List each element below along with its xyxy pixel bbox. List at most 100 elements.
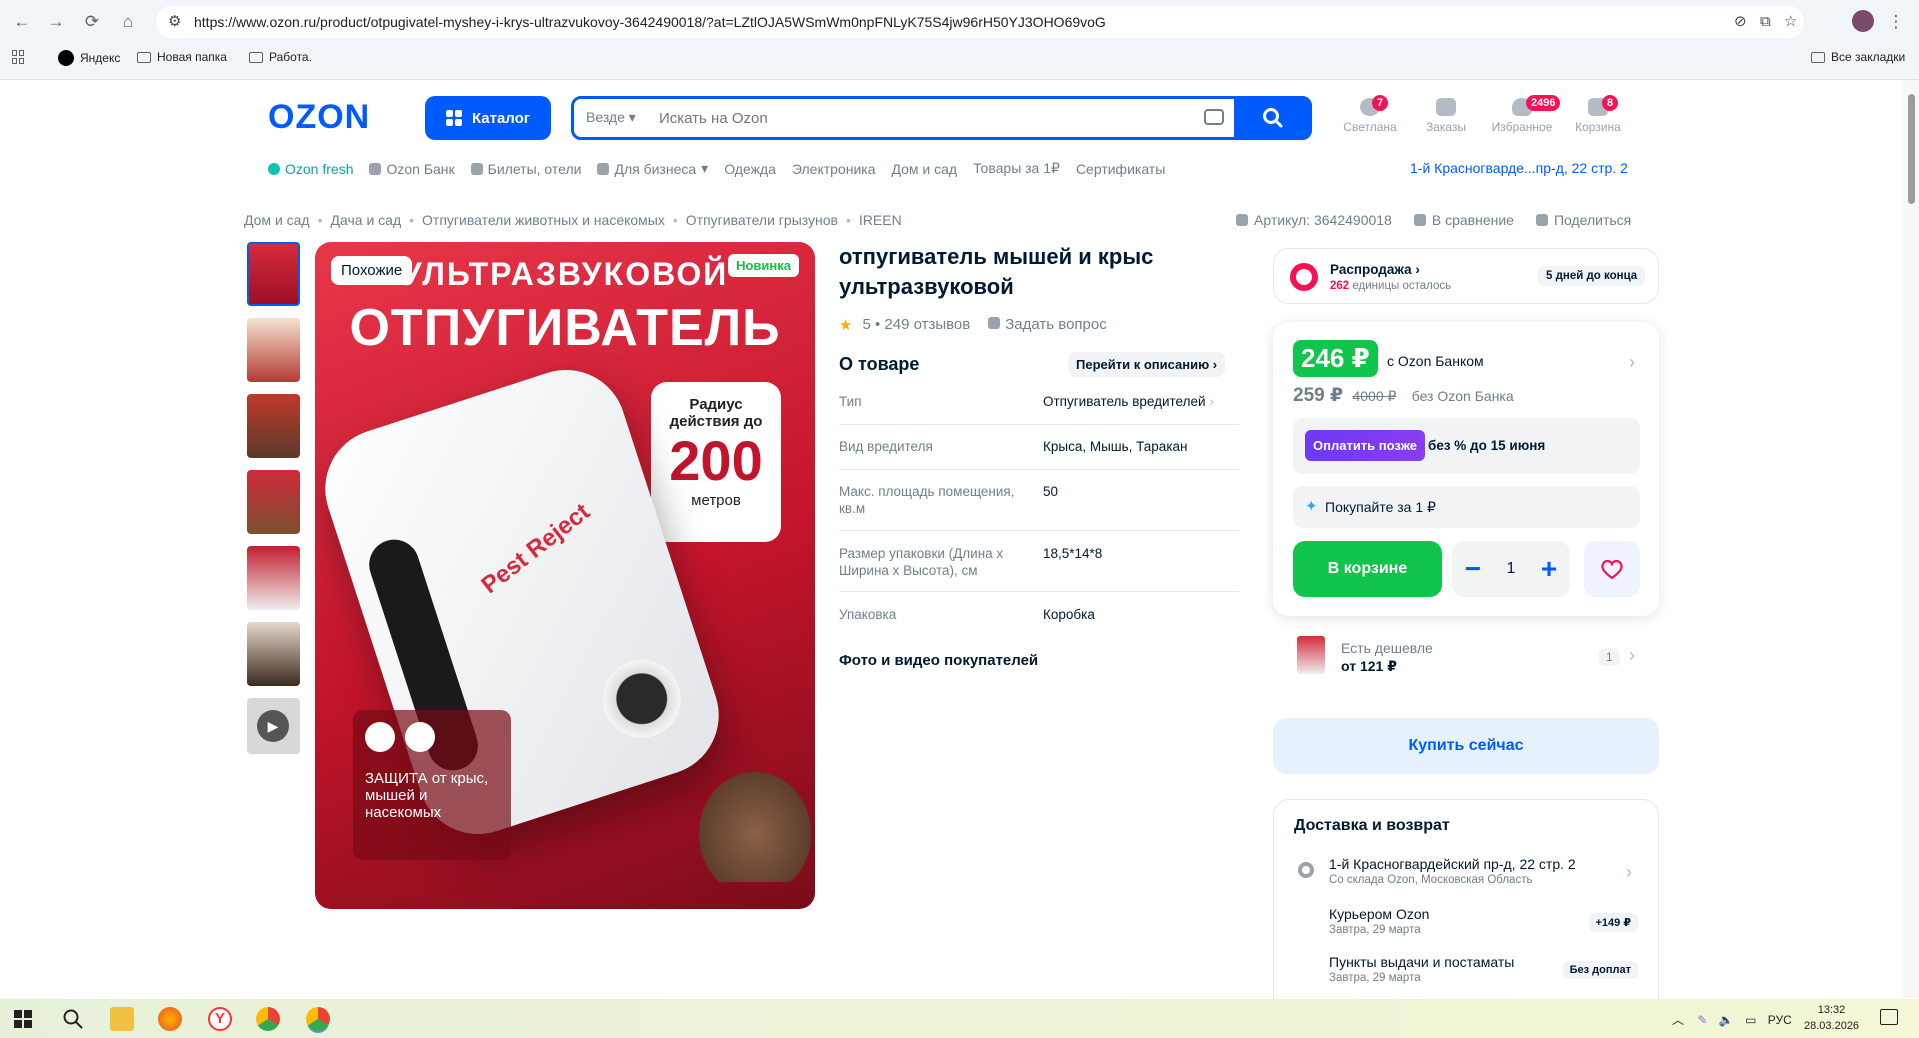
nav-electronics[interactable]: Электроника — [792, 160, 876, 177]
sale-card[interactable]: Распродажа › 262 единицы осталось 5 дней… — [1273, 248, 1659, 304]
similar-tag[interactable]: Похожие — [331, 256, 413, 285]
home-icon[interactable]: ⌂ — [118, 12, 138, 32]
delivery-address-link[interactable]: 1-й Красногварде...пр-д, 22 стр. 2 — [1410, 160, 1628, 176]
site-info-icon[interactable]: ⚙ — [168, 14, 181, 30]
header-profile[interactable]: 7 Светлана — [1330, 95, 1410, 134]
file-explorer-icon[interactable] — [110, 1007, 134, 1031]
forward-icon[interactable]: → — [46, 12, 66, 32]
nav-tickets[interactable]: Билеты, отели — [470, 160, 581, 177]
nav-ozon-bank[interactable]: Ozon Банк — [369, 160, 455, 177]
catalog-button[interactable]: Каталог — [425, 96, 551, 140]
pay-later-button[interactable]: Оплатить позже — [1305, 430, 1425, 461]
gallery-thumbnail[interactable] — [247, 318, 300, 382]
url-text[interactable]: https://www.ozon.ru/product/otpugivatel-… — [194, 14, 1106, 30]
breadcrumb-item[interactable]: Отпугиватели грызунов — [686, 212, 838, 228]
menu-icon[interactable]: ⋮ — [1886, 12, 1906, 32]
breadcrumb-item[interactable]: Дача и сад — [331, 212, 402, 228]
apps-icon[interactable] — [12, 50, 26, 64]
heart-icon — [1601, 559, 1623, 580]
address-bar[interactable]: ⚙ https://www.ozon.ru/product/otpugivate… — [156, 6, 1804, 38]
breadcrumb-item[interactable]: Отпугиватели животных и насекомых — [422, 212, 665, 228]
search-icon[interactable] — [62, 1008, 84, 1030]
profile-avatar[interactable] — [1852, 10, 1874, 32]
ask-question-button[interactable]: Задать вопрос — [988, 316, 1107, 334]
folder-icon — [249, 51, 263, 63]
delivery-courier[interactable]: Курьером Ozon Завтра, 29 марта — [1329, 906, 1429, 936]
increase-button[interactable]: + — [1541, 555, 1557, 583]
no-rat-icon — [365, 722, 395, 752]
bookmark-work[interactable]: Работа. — [249, 50, 312, 64]
bookmark-yandex[interactable]: Яндекс — [58, 50, 120, 66]
gallery-thumbnail[interactable] — [247, 470, 300, 534]
search-input[interactable] — [659, 105, 1159, 131]
spec-row: Тип Отпугиватель вредителей › — [839, 393, 1239, 425]
gallery-thumbnail[interactable] — [247, 622, 300, 686]
nav-goods-1rub[interactable]: Товары за 1₽ — [973, 160, 1060, 177]
language-indicator[interactable]: РУС — [1768, 1013, 1792, 1027]
article-number[interactable]: Артикул: 3642490018 — [1236, 212, 1392, 228]
yandex-browser-icon[interactable]: Y — [208, 1007, 232, 1031]
tracking-icon[interactable]: ⊘ — [1734, 14, 1747, 30]
reload-icon[interactable]: ⟳ — [82, 12, 102, 32]
chrome-active-icon[interactable] — [306, 1007, 330, 1031]
buy-now-button[interactable]: Купить сейчас — [1273, 718, 1659, 774]
page-scrollbar[interactable] — [1903, 80, 1919, 998]
bookmark-star-icon[interactable]: ☆ — [1784, 14, 1797, 30]
search-button[interactable] — [1234, 96, 1312, 140]
gallery-thumbnail[interactable] — [247, 394, 300, 458]
new-badge: Новинка — [728, 254, 799, 277]
delivery-address[interactable]: 1-й Красногвардейский пр-д, 22 стр. 2 Со… — [1329, 856, 1576, 886]
play-icon: ▶ — [257, 710, 289, 742]
favorites-badge: 2496 — [1526, 95, 1561, 111]
video-thumbnail[interactable]: ▶ — [247, 698, 300, 754]
spec-row: Упаковка Коробка — [839, 607, 1095, 622]
spec-type-link[interactable]: Отпугиватель вредителей › — [1043, 393, 1243, 410]
network-icon[interactable]: ▭ — [1745, 1013, 1756, 1027]
chat-icon — [988, 317, 1001, 329]
scrollbar-thumb[interactable] — [1908, 94, 1915, 204]
notifications-icon[interactable] — [1880, 1009, 1898, 1025]
nav-ozon-fresh[interactable]: Ozon fresh — [268, 160, 353, 177]
firefox-icon[interactable] — [158, 1007, 182, 1031]
chevron-right-icon: › — [1629, 645, 1635, 665]
pen-icon[interactable]: ✎ — [1697, 1013, 1707, 1027]
gallery-thumbnail[interactable] — [247, 242, 300, 306]
product-main-image[interactable]: УЛЬТРАЗВУКОВОЙ ОТПУГИВАТЕЛЬ Радиус дейст… — [315, 242, 815, 909]
install-icon[interactable]: ⧉ — [1760, 14, 1771, 30]
camera-icon[interactable] — [1204, 109, 1224, 125]
breadcrumb-item[interactable]: IREEN — [859, 212, 902, 228]
cheaper-offer[interactable]: Есть дешевле от 121 ₽ 1 › — [1273, 630, 1659, 686]
header-cart[interactable]: 8 Корзина — [1558, 95, 1638, 134]
nav-certificates[interactable]: Сертификаты — [1076, 160, 1165, 177]
nav-clothes[interactable]: Одежда — [724, 160, 776, 177]
compare-button[interactable]: В сравнение — [1413, 212, 1514, 228]
gallery-thumbnail[interactable] — [247, 546, 300, 610]
decrease-button[interactable]: − — [1465, 555, 1481, 583]
to-description-button[interactable]: Перейти к описанию › — [1068, 352, 1226, 377]
back-icon[interactable]: ← — [12, 12, 32, 32]
buy-for-1-rub[interactable]: ✦ Покупайте за 1 ₽ — [1293, 486, 1640, 528]
volume-icon[interactable]: 🔈 — [1719, 1013, 1734, 1027]
all-bookmarks[interactable]: Все закладки — [1811, 50, 1905, 64]
folder-icon — [137, 51, 151, 63]
ozon-logo[interactable]: OZON — [268, 98, 370, 137]
windows-start-icon[interactable] — [14, 1010, 32, 1028]
bookmark-new-folder[interactable]: Новая папка — [137, 50, 227, 64]
clock[interactable]: 13:32 28.03.2026 — [1804, 1002, 1859, 1034]
nav-home-garden[interactable]: Дом и сад — [891, 160, 957, 177]
header-orders[interactable]: Заказы — [1406, 98, 1486, 134]
search-scope-select[interactable]: Везде ▾ — [586, 109, 636, 126]
folder-icon — [1811, 51, 1825, 63]
share-button[interactable]: Поделиться — [1535, 212, 1631, 228]
favorite-button[interactable] — [1584, 541, 1640, 597]
nav-business[interactable]: Для бизнеса ▾ — [597, 160, 708, 177]
in-cart-button[interactable]: В корзине — [1293, 541, 1442, 597]
breadcrumb-item[interactable]: Дом и сад — [244, 212, 310, 228]
chevron-up-icon[interactable]: ︿ — [1672, 1013, 1684, 1027]
chevron-right-icon[interactable]: › — [1629, 352, 1635, 373]
chrome-icon[interactable] — [256, 1007, 280, 1031]
header-favorites[interactable]: 2496 Избранное — [1482, 95, 1562, 134]
reviews-link[interactable]: 5 • 249 отзывов — [862, 316, 970, 334]
chevron-right-icon[interactable]: › — [1626, 862, 1632, 883]
delivery-pickup[interactable]: Пункты выдачи и постаматы Завтра, 29 мар… — [1329, 954, 1514, 984]
